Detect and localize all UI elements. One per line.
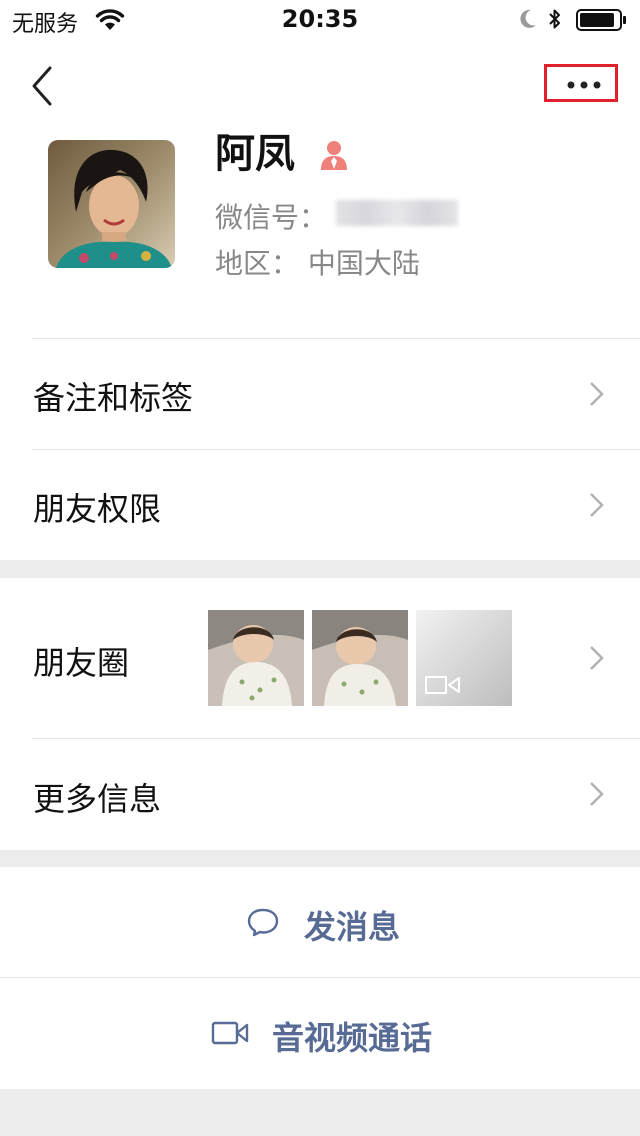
moments-row[interactable]: 朋友圈 (0, 578, 640, 738)
region-label: 地区： 中国大陆 (215, 247, 420, 280)
clock: 20:35 (281, 5, 359, 33)
status-bar: 无服务 20:35 (0, 0, 640, 40)
female-icon (321, 141, 347, 170)
battery-icon (576, 9, 626, 31)
more-info-label: 更多信息 (33, 780, 162, 818)
send-message-label: 发消息 (303, 908, 400, 946)
back-button[interactable] (22, 64, 62, 108)
chevron-right-icon (590, 646, 604, 670)
more-info-row[interactable]: 更多信息 (0, 738, 640, 850)
chevron-right-icon (590, 493, 604, 517)
video-call-label: 音视频通话 (271, 1019, 432, 1057)
video-call-button[interactable]: 音视频通话 (0, 978, 640, 1089)
moments-video-thumbnail (416, 610, 512, 706)
settings-group: 备注和标签 朋友权限 (0, 338, 640, 560)
more-options-button[interactable] (544, 64, 618, 102)
send-message-button[interactable]: 发消息 (0, 867, 640, 977)
moon-icon (520, 9, 536, 28)
wechat-id-label: 微信号： (215, 201, 328, 234)
chevron-left-icon (32, 66, 52, 106)
chevron-right-icon (590, 382, 604, 406)
wechat-id-blurred (336, 200, 458, 226)
moments-photo-thumbnail (312, 610, 408, 706)
actions-group: 发消息 音视频通话 (0, 867, 640, 1089)
moments-photo-thumbnail (208, 610, 304, 706)
friend-permissions-label: 朋友权限 (33, 490, 162, 528)
ellipsis-icon (567, 81, 601, 89)
info-group: 朋友圈 更多信息 (0, 578, 640, 850)
bluetooth-icon (549, 9, 560, 29)
remark-tags-row[interactable]: 备注和标签 (0, 338, 640, 449)
moments-label: 朋友圈 (33, 644, 130, 682)
remark-tags-label: 备注和标签 (33, 379, 194, 417)
profile-header: 阿凤 微信号： 地区： 中国大陆 (0, 40, 640, 338)
avatar[interactable] (48, 140, 175, 268)
friend-permissions-row[interactable]: 朋友权限 (0, 449, 640, 560)
contact-name: 阿凤 (215, 131, 295, 177)
chevron-right-icon (590, 782, 604, 806)
